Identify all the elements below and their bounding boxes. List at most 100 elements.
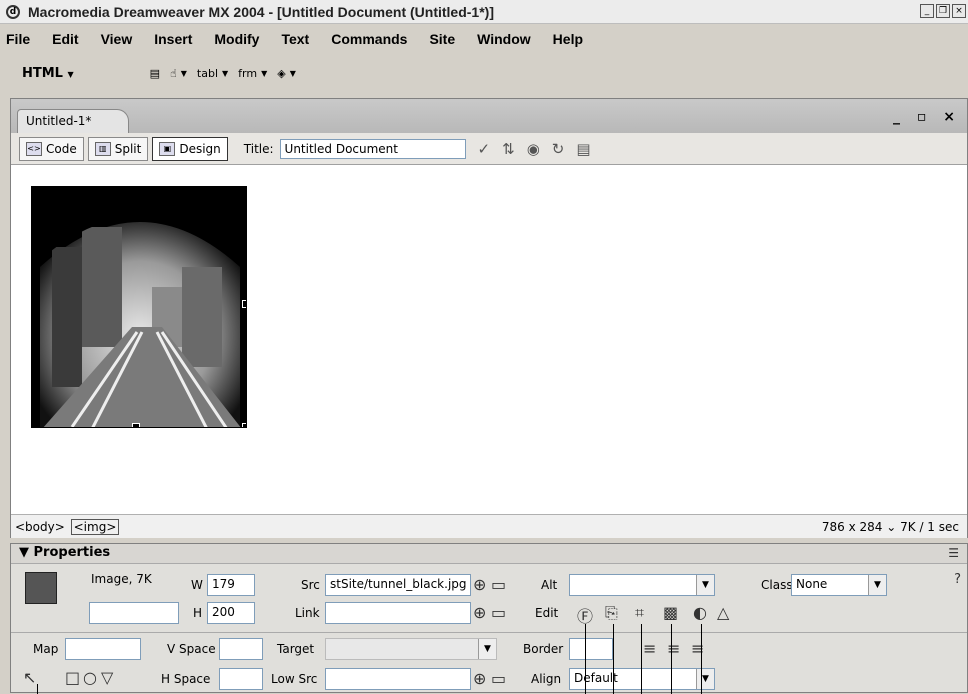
- view-options-icon[interactable]: ▤: [576, 140, 590, 158]
- menu-bar: File Edit View Insert Modify Text Comman…: [0, 26, 968, 52]
- window-size-info[interactable]: 786 x 284 ⌄ 7K / 1 sec: [822, 520, 967, 534]
- edit-label: Edit: [535, 606, 559, 620]
- menu-site[interactable]: Site: [427, 29, 457, 49]
- callout-line: [641, 624, 642, 694]
- hyperlink-tool[interactable]: ☝ ▼: [170, 67, 187, 80]
- menu-window[interactable]: Window: [475, 29, 533, 49]
- class-label: Class: [761, 578, 793, 592]
- document-tab-strip: Untitled-1* _ ▫ ×: [11, 99, 967, 133]
- document-window: Untitled-1* _ ▫ × <> Code ▥ Split ▣ Desi…: [10, 98, 968, 538]
- target-select[interactable]: ▼: [325, 638, 497, 660]
- menu-modify[interactable]: Modify: [212, 29, 261, 49]
- alt-dropdown-arrow[interactable]: ▼: [696, 575, 714, 595]
- align-value: Default: [574, 671, 618, 685]
- alt-field[interactable]: ▼: [569, 574, 715, 596]
- map-field[interactable]: [65, 638, 141, 660]
- preview-browser-icon[interactable]: ◉: [527, 140, 540, 158]
- rect-hotspot-icon[interactable]: □: [65, 668, 80, 687]
- resize-handle-bottom[interactable]: [132, 423, 140, 427]
- tag-body[interactable]: <body>: [13, 520, 67, 534]
- form-tool-label: frm: [238, 66, 258, 80]
- link-browse-folder-icon[interactable]: ▭: [491, 603, 506, 622]
- oval-hotspot-icon[interactable]: ○: [83, 668, 97, 687]
- help-icon[interactable]: ?: [954, 572, 961, 587]
- lowsrc-folder-icon[interactable]: ▭: [491, 669, 506, 688]
- table-tool[interactable]: tabl ▼: [197, 67, 228, 80]
- document-tab[interactable]: Untitled-1*: [17, 109, 129, 133]
- sharpen-icon[interactable]: △: [717, 603, 729, 622]
- restore-icon[interactable]: ❐: [936, 4, 950, 18]
- width-field[interactable]: 179: [207, 574, 255, 596]
- refresh-icon[interactable]: ↻: [552, 140, 565, 158]
- align-dropdown-arrow[interactable]: ▼: [696, 669, 714, 689]
- crop-icon[interactable]: ⌗: [635, 603, 644, 623]
- link-field[interactable]: [325, 602, 471, 624]
- panel-divider: [11, 632, 967, 633]
- src-field[interactable]: stSite/tunnel_black.jpg: [325, 574, 471, 596]
- properties-panel: ▼ Properties ☰ Image, 7K W 179 H 200 Src…: [10, 543, 968, 694]
- lowsrc-point-icon[interactable]: ⊕: [473, 669, 486, 688]
- menu-insert[interactable]: Insert: [152, 29, 194, 49]
- lowsrc-label: Low Src: [271, 672, 318, 686]
- menu-edit[interactable]: Edit: [50, 29, 80, 49]
- document-window-controls[interactable]: _ ▫ ×: [893, 109, 961, 125]
- insert-category-label: HTML: [22, 65, 63, 81]
- design-view-button[interactable]: ▣ Design: [152, 136, 228, 161]
- hspace-field[interactable]: [219, 668, 263, 690]
- height-label: H: [193, 606, 203, 620]
- pointer-hotspot-icon[interactable]: ↖: [23, 668, 36, 687]
- code-view-label: Code: [46, 141, 77, 156]
- split-view-button[interactable]: ▥ Split: [87, 136, 149, 161]
- polygon-hotspot-icon[interactable]: ▽: [101, 668, 113, 687]
- optimize-icon[interactable]: ⎘: [605, 603, 618, 623]
- menu-text[interactable]: Text: [279, 29, 311, 49]
- target-dropdown-arrow[interactable]: ▼: [478, 639, 496, 659]
- resize-handle-corner[interactable]: [242, 423, 246, 427]
- resize-handle-right[interactable]: [242, 300, 246, 308]
- document-title-input[interactable]: Untitled Document: [279, 138, 466, 159]
- file-management-icon[interactable]: ⇅: [502, 140, 515, 158]
- close-icon[interactable]: ×: [952, 4, 966, 18]
- link-point-to-file-icon[interactable]: ⊕: [473, 603, 486, 622]
- class-select[interactable]: None ▼: [791, 574, 887, 596]
- split-view-label: Split: [114, 141, 142, 156]
- menu-help[interactable]: Help: [551, 29, 585, 49]
- class-dropdown-arrow[interactable]: ▼: [868, 575, 886, 595]
- browse-folder-icon[interactable]: ▭: [491, 575, 506, 594]
- document-toolbar: <> Code ▥ Split ▣ Design Title: Untitled…: [11, 133, 967, 165]
- hr-tool[interactable]: ▤: [150, 67, 160, 80]
- width-label: W: [191, 578, 203, 592]
- image-thumbnail: [25, 572, 57, 604]
- lowsrc-field[interactable]: [325, 668, 471, 690]
- code-view-button[interactable]: <> Code: [19, 136, 84, 161]
- panel-options-icon[interactable]: ☰: [948, 546, 959, 560]
- code-view-icon: <>: [26, 141, 42, 156]
- menu-commands[interactable]: Commands: [329, 29, 409, 49]
- align-select[interactable]: Default ▼: [569, 668, 715, 690]
- align-right-icon[interactable]: ≡: [691, 639, 704, 658]
- menu-file[interactable]: File: [4, 29, 32, 49]
- selected-image[interactable]: [31, 186, 247, 428]
- vspace-field[interactable]: [219, 638, 263, 660]
- brightness-contrast-icon[interactable]: ◐: [693, 603, 707, 622]
- insert-category-dropdown[interactable]: HTML ▼: [22, 66, 74, 81]
- resample-icon[interactable]: ▩: [663, 603, 678, 622]
- template-tool[interactable]: ◈ ▼: [277, 67, 296, 80]
- browser-check-icon[interactable]: ✓: [478, 140, 491, 158]
- table-tool-label: tabl: [196, 66, 219, 80]
- height-field[interactable]: 200: [207, 602, 255, 624]
- design-canvas[interactable]: [11, 166, 967, 514]
- point-to-file-icon[interactable]: ⊕: [473, 575, 486, 594]
- align-center-icon[interactable]: ≡: [667, 639, 680, 658]
- border-label: Border: [523, 642, 564, 656]
- form-tool[interactable]: frm ▼: [238, 67, 267, 80]
- align-left-icon[interactable]: ≡: [643, 639, 656, 658]
- map-label: Map: [33, 642, 59, 656]
- status-bar: <body> <img> 786 x 284 ⌄ 7K / 1 sec: [11, 514, 967, 538]
- border-field[interactable]: [569, 638, 613, 660]
- menu-view[interactable]: View: [99, 29, 135, 49]
- minimize-icon[interactable]: _: [920, 4, 934, 18]
- properties-header[interactable]: ▼ Properties: [11, 544, 967, 564]
- image-name-field[interactable]: [89, 602, 179, 624]
- tag-img[interactable]: <img>: [70, 518, 120, 535]
